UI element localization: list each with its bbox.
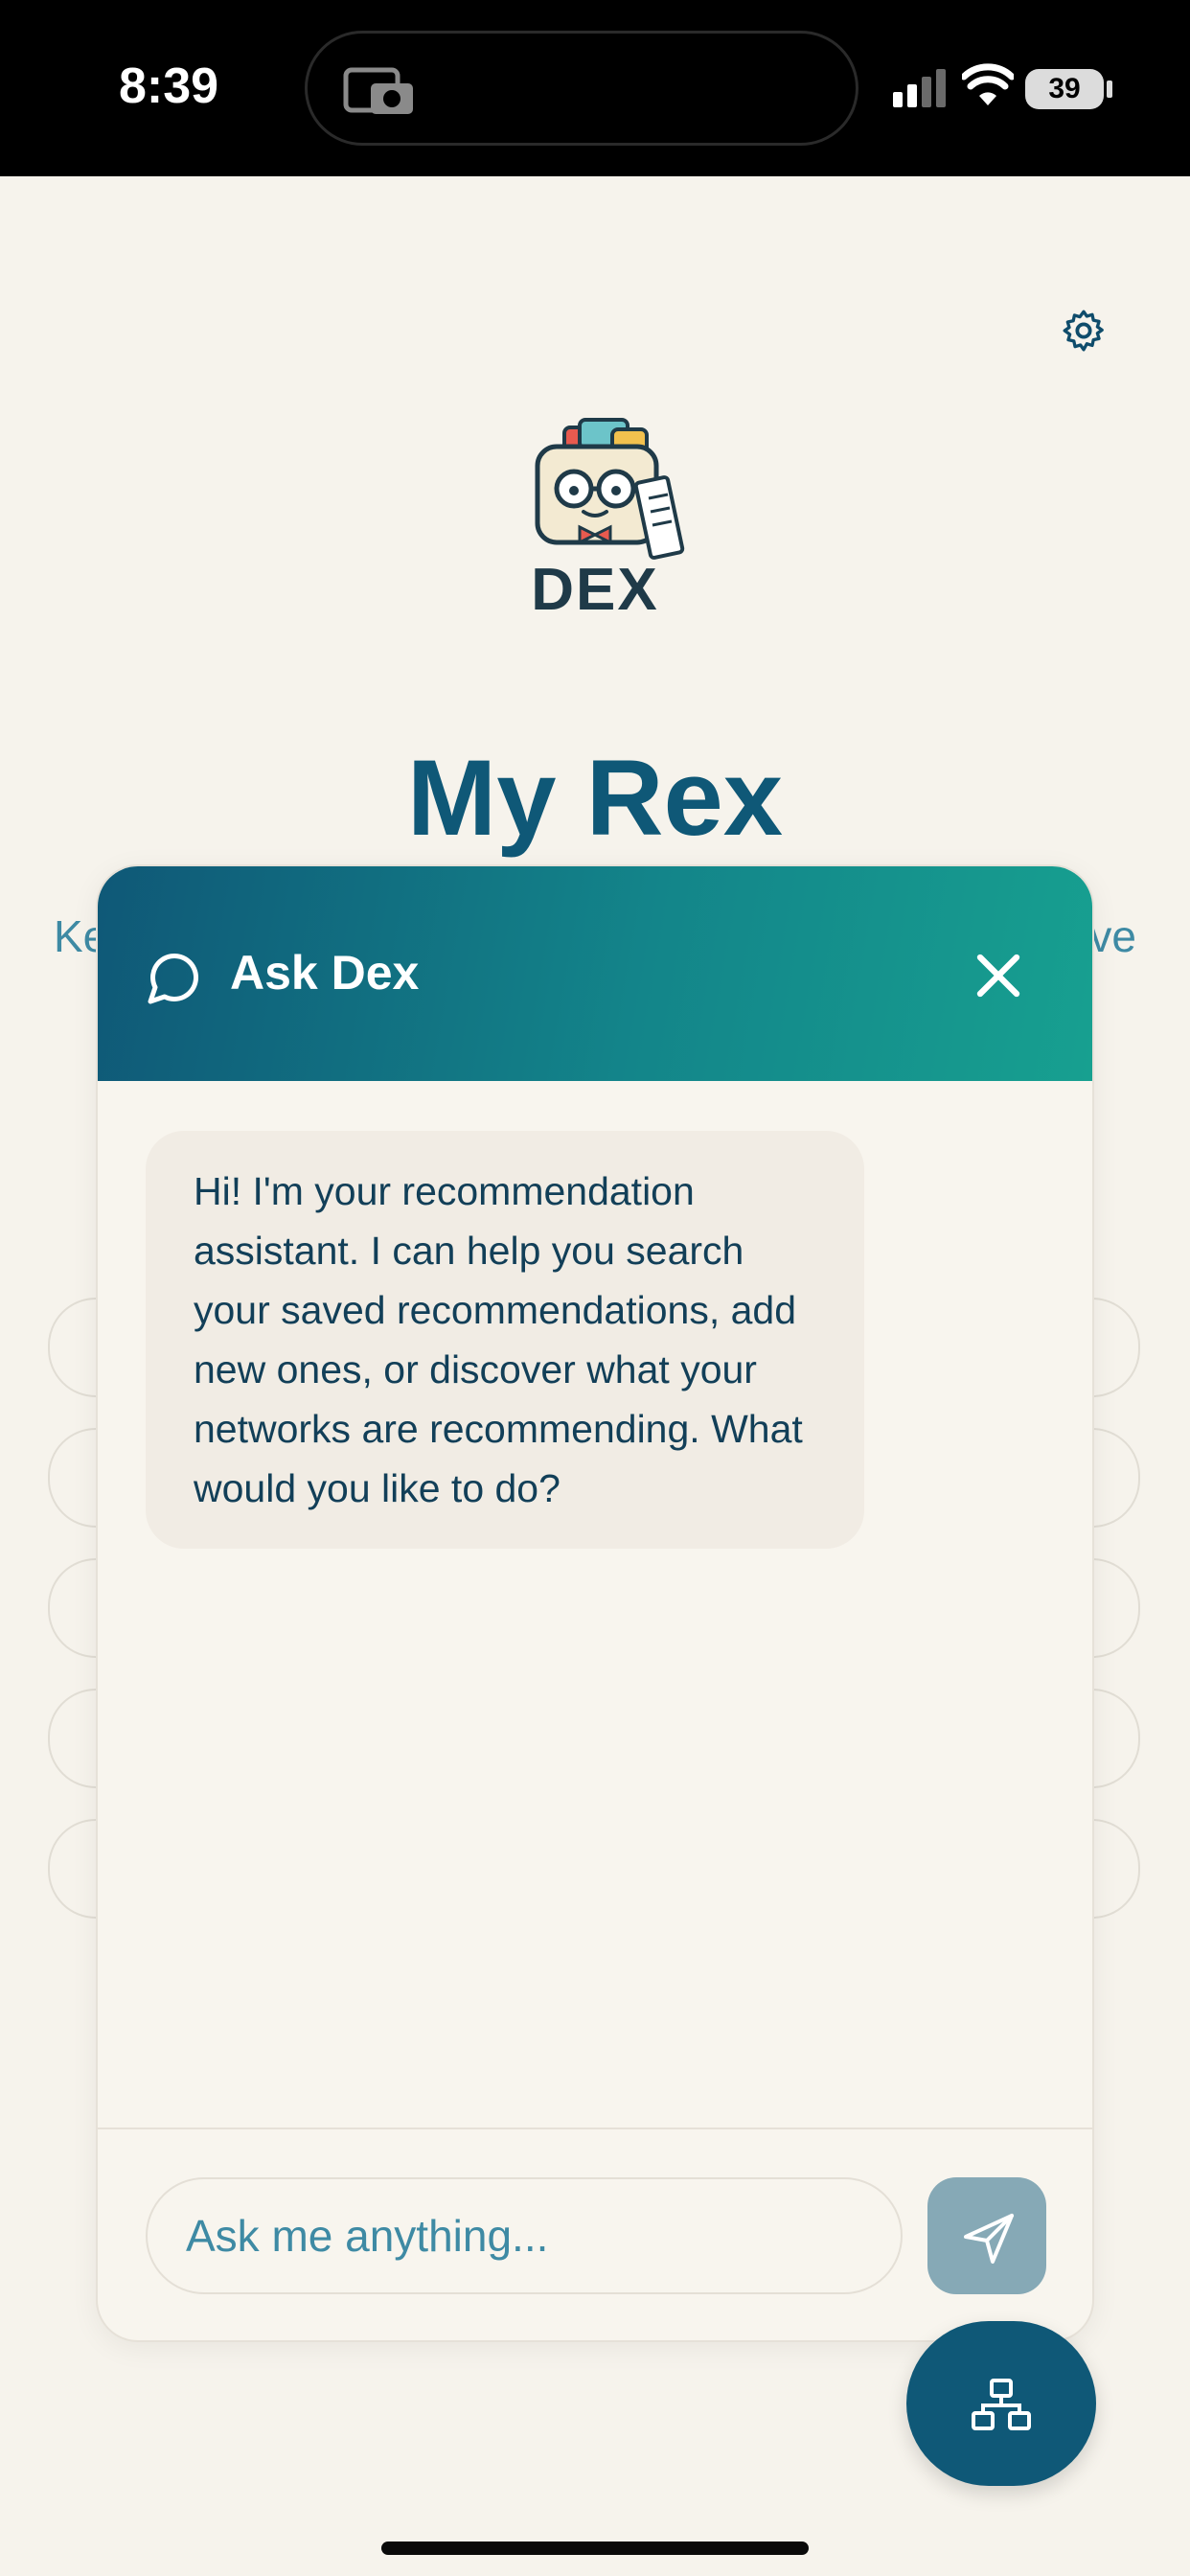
status-time: 8:39 <box>119 58 219 114</box>
close-icon[interactable] <box>962 939 1035 1012</box>
chat-input[interactable] <box>146 2177 903 2294</box>
chat-bubble-icon <box>148 953 199 1004</box>
chat-panel: Ask Dex Hi! I'm your recommendation assi… <box>96 864 1094 2342</box>
assistant-message: Hi! I'm your recommendation assistant. I… <box>146 1131 864 1549</box>
battery-indicator: 39 <box>1025 69 1104 109</box>
send-button[interactable] <box>927 2177 1046 2294</box>
subtitle-right: ve <box>1089 911 1136 961</box>
chat-messages: Hi! I'm your recommendation assistant. I… <box>98 1081 1092 2097</box>
status-bar: 8:39 39 <box>0 0 1190 176</box>
dynamic-island <box>305 31 858 146</box>
chat-title: Ask Dex <box>230 946 420 1000</box>
home-indicator <box>381 2542 809 2555</box>
camera-icon <box>343 67 413 114</box>
network-fab-button[interactable] <box>906 2321 1096 2486</box>
page-title: My Rex <box>406 738 784 858</box>
dex-mascot-icon <box>535 418 685 560</box>
send-icon <box>964 2214 1014 2264</box>
signal-icon <box>893 69 946 107</box>
gear-icon[interactable] <box>1060 307 1108 355</box>
chat-header: Ask Dex <box>98 866 1092 1081</box>
wifi-icon <box>962 63 1014 105</box>
battery-nub <box>1107 80 1112 98</box>
chat-input-row <box>98 2128 1092 2340</box>
dex-logo: DEX <box>499 412 691 642</box>
logo-text: DEX <box>531 557 659 623</box>
network-icon <box>972 2379 1031 2430</box>
